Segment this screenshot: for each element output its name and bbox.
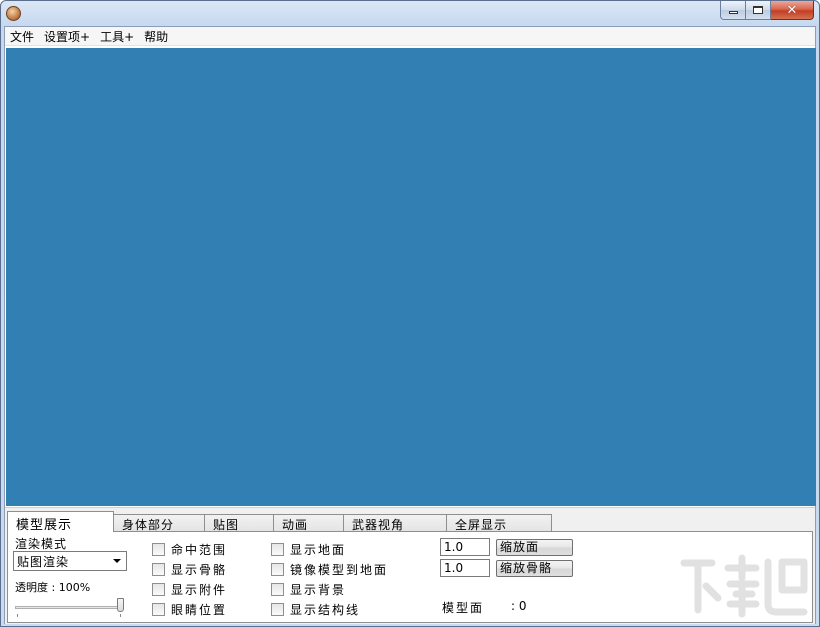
tab-content-model-display: 渲染模式 贴图渲染 透明度 : 100% 命中范围 显示骨骼 显示附件 眼睛位置…: [7, 531, 813, 623]
checkbox-box[interactable]: [152, 543, 165, 556]
checkbox-box[interactable]: [271, 543, 284, 556]
menu-bar: 文件 设置项+ 工具+ 帮助: [5, 27, 815, 46]
opacity-label: 透明度 : 100%: [15, 581, 91, 594]
model-faces-value: : 0: [511, 599, 527, 613]
opacity-slider-thumb[interactable]: [117, 598, 124, 612]
opacity-slider-track[interactable]: [15, 606, 121, 609]
checkbox-hit-range[interactable]: 命中范围: [152, 541, 227, 558]
checkbox-box[interactable]: [271, 583, 284, 596]
tab-animation[interactable]: 动画: [273, 514, 344, 532]
render-mode-select[interactable]: 贴图渲染: [13, 551, 127, 571]
checkbox-eye-position[interactable]: 眼睛位置: [152, 601, 227, 618]
scale-bone-button[interactable]: 缩放骨骼: [496, 560, 573, 577]
minimize-icon: [728, 11, 738, 14]
checkbox-box[interactable]: [271, 563, 284, 576]
checkbox-box[interactable]: [271, 603, 284, 616]
model-faces-label: 模型面: [442, 601, 485, 615]
client-area: 文件 设置项+ 工具+ 帮助 模型展示 身体部分 贴图 动画 武器视角 全屏显示…: [4, 26, 816, 624]
checkbox-show-skeleton[interactable]: 显示骨骼: [152, 561, 227, 578]
checkbox-show-wireframe[interactable]: 显示结构线: [271, 601, 360, 618]
scale-face-button[interactable]: 缩放面: [496, 539, 573, 556]
tab-model-display[interactable]: 模型展示: [7, 511, 114, 533]
tab-textures[interactable]: 贴图: [204, 514, 274, 532]
checkbox-show-ground[interactable]: 显示地面: [271, 541, 346, 558]
tab-body-parts[interactable]: 身体部分: [113, 514, 205, 532]
checkbox-box[interactable]: [152, 563, 165, 576]
menu-settings[interactable]: 设置项+: [39, 27, 95, 46]
tab-weapon-view[interactable]: 武器视角: [343, 514, 447, 532]
minimize-button[interactable]: [720, 1, 746, 20]
menu-tools[interactable]: 工具+: [95, 27, 139, 46]
app-window: ✕ 文件 设置项+ 工具+ 帮助 模型展示 身体部分 贴图 动画 武器视角 全屏…: [0, 0, 820, 627]
render-mode-label: 渲染模式: [15, 537, 68, 551]
checkbox-show-background[interactable]: 显示背景: [271, 581, 346, 598]
checkbox-box[interactable]: [152, 583, 165, 596]
model-viewport[interactable]: [6, 48, 816, 506]
tab-fullscreen[interactable]: 全屏显示: [446, 514, 552, 532]
scale-face-input[interactable]: 1.0: [440, 538, 490, 556]
checkbox-box[interactable]: [152, 603, 165, 616]
app-icon[interactable]: [6, 6, 21, 21]
title-bar[interactable]: ✕: [1, 1, 819, 26]
menu-file[interactable]: 文件: [5, 27, 39, 46]
slider-tick: [120, 614, 121, 617]
maximize-button[interactable]: [746, 1, 771, 20]
tab-bar: 模型展示 身体部分 贴图 动画 武器视角 全屏显示: [7, 511, 552, 533]
checkbox-mirror-to-ground[interactable]: 镜像模型到地面: [271, 561, 388, 578]
close-button[interactable]: ✕: [771, 1, 814, 20]
checkbox-show-attachments[interactable]: 显示附件: [152, 581, 227, 598]
close-icon: ✕: [786, 2, 798, 18]
maximize-icon: [753, 6, 763, 14]
slider-tick: [17, 614, 18, 617]
control-panel: 模型展示 身体部分 贴图 动画 武器视角 全屏显示 渲染模式 贴图渲染 透明度 …: [5, 507, 815, 624]
window-controls: ✕: [720, 1, 814, 20]
render-mode-value: 贴图渲染: [17, 555, 70, 569]
menu-help[interactable]: 帮助: [139, 27, 173, 46]
scale-bone-input[interactable]: 1.0: [440, 559, 490, 577]
chevron-down-icon: [113, 559, 121, 563]
